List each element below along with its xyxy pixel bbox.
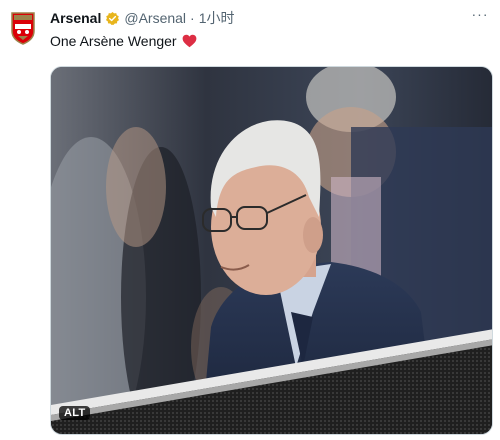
arsenal-crest-icon [11, 12, 35, 45]
alt-text-button[interactable]: ALT [59, 406, 91, 420]
tweet-photo[interactable]: ALT [50, 66, 493, 435]
tweet-card[interactable]: Arsenal @Arsenal · 1小时 ··· One Arsène We… [0, 0, 500, 440]
tweet-body: One Arsène Wenger [50, 33, 197, 49]
tweet-header: Arsenal @Arsenal · 1小时 [50, 9, 235, 27]
avatar[interactable] [8, 8, 38, 48]
tweet-timestamp[interactable]: 1小时 [199, 8, 235, 28]
red-heart-icon [182, 34, 196, 48]
verified-badge-icon[interactable] [105, 11, 120, 26]
photo [51, 67, 492, 434]
tweet-text: One Arsène Wenger [50, 33, 177, 49]
author-handle[interactable]: @Arsenal [124, 10, 186, 26]
more-options-button[interactable]: ··· [470, 7, 490, 23]
author-name[interactable]: Arsenal [50, 10, 101, 26]
meta-separator: · [190, 10, 195, 26]
